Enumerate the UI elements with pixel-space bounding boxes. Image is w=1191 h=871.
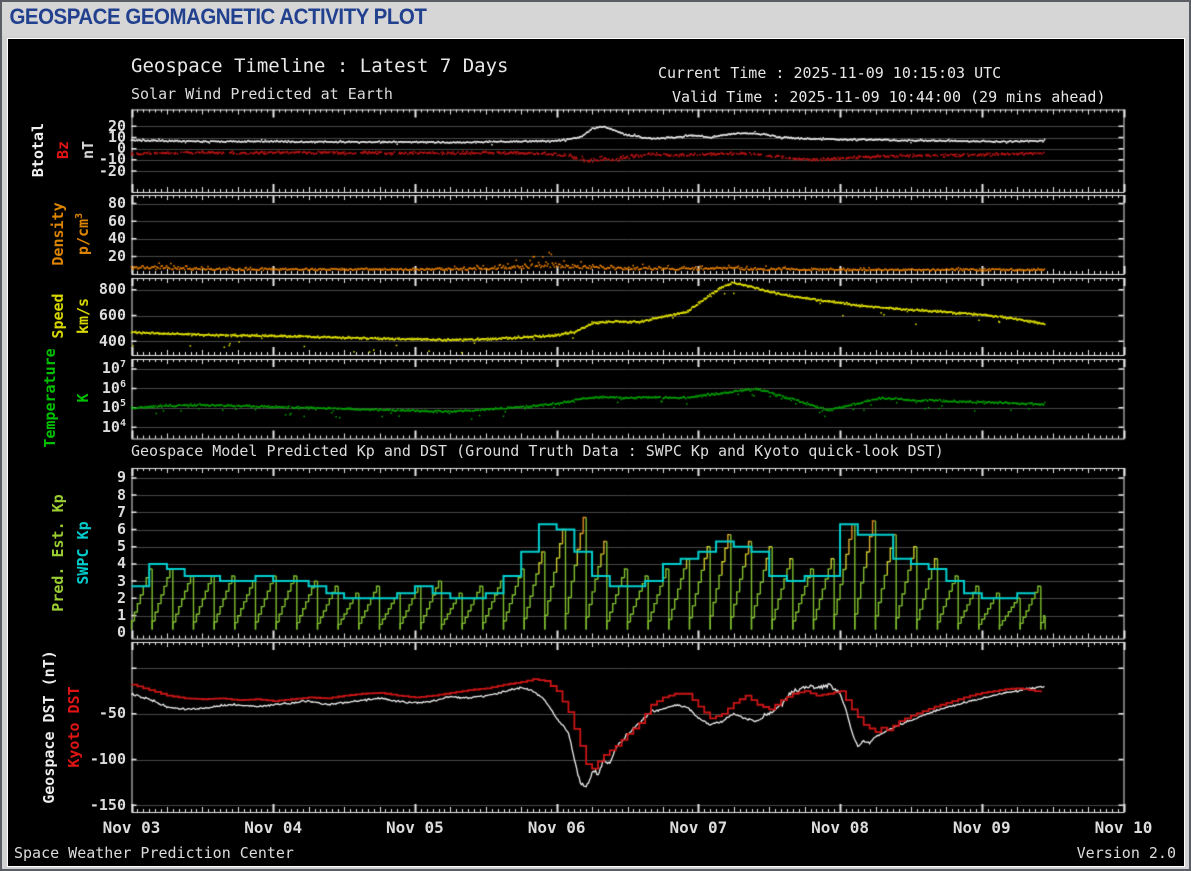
ylabel-bz: Bz [54,141,72,159]
ylabel-geospace-dst: Geospace DST (nT) [40,650,58,804]
y-tick-label: 1 [74,606,126,624]
page-title: GEOSPACE GEOMAGNETIC ACTIVITY PLOT [2,2,1106,30]
x-tick-label: Nov 09 [937,818,1027,837]
y-tick-label: 800 [74,280,126,298]
y-tick-label: 9 [74,468,126,486]
y-tick-label: 0 [74,623,126,641]
ylabel-pred-est-kp: Pred. Est. Kp [49,494,67,611]
geospace-plot: Geospace Timeline : Latest 7 Days Curren… [7,38,1185,867]
y-tick-label: 60 [74,212,126,230]
footer-version: Version 2.0 [1077,844,1176,862]
y-tick-label: 107 [74,359,126,377]
y-tick-label: 7 [74,503,126,521]
ylabel-speed: Speed [49,293,67,338]
y-tick-label: 400 [74,332,126,350]
kp-dst-subtitle: Geospace Model Predicted Kp and DST (Gro… [131,442,944,460]
x-tick-label: Nov 05 [370,818,460,837]
y-tick-label: 80 [74,194,126,212]
y-tick-label: 20 [74,247,126,265]
y-tick-label: -50 [74,704,126,722]
current-time-label: Current Time : 2025-11-09 10:15:03 UTC [658,64,1001,82]
y-tick-label: 106 [74,379,126,397]
valid-time-label: Valid Time : 2025-11-09 10:44:00 (29 min… [672,88,1105,106]
x-tick-label: Nov 10 [1079,818,1169,837]
y-tick-label: 40 [74,229,126,247]
page-header: GEOSPACE GEOMAGNETIC ACTIVITY PLOT [2,2,1189,36]
y-tick-label: 6 [74,520,126,538]
x-tick-label: Nov 03 [87,818,177,837]
y-tick-label: -20 [74,162,126,180]
solar-wind-subtitle: Solar Wind Predicted at Earth [131,85,393,103]
y-tick-label: -100 [74,750,126,768]
plot-title: Geospace Timeline : Latest 7 Days [131,55,509,77]
x-tick-label: Nov 04 [228,818,318,837]
y-tick-label: 5 [74,537,126,555]
x-tick-label: Nov 06 [512,818,602,837]
y-tick-label: -150 [74,796,126,814]
x-tick-label: Nov 08 [795,818,885,837]
y-tick-label: 4 [74,554,126,572]
x-tick-label: Nov 07 [653,818,743,837]
ylabel-temperature: Temperature [41,348,59,447]
y-tick-label: 3 [74,572,126,590]
y-tick-label: 600 [74,306,126,324]
y-tick-label: 2 [74,589,126,607]
page: { "window_title": "GEOSPACE GEOMAGNETIC … [0,0,1191,871]
footer-credit: Space Weather Prediction Center [14,844,294,862]
ylabel-density: Density [49,202,67,265]
y-tick-label: 104 [74,418,126,436]
ylabel-btotal: Btotal [29,123,47,177]
y-tick-label: 8 [74,486,126,504]
y-tick-label: 105 [74,398,126,416]
